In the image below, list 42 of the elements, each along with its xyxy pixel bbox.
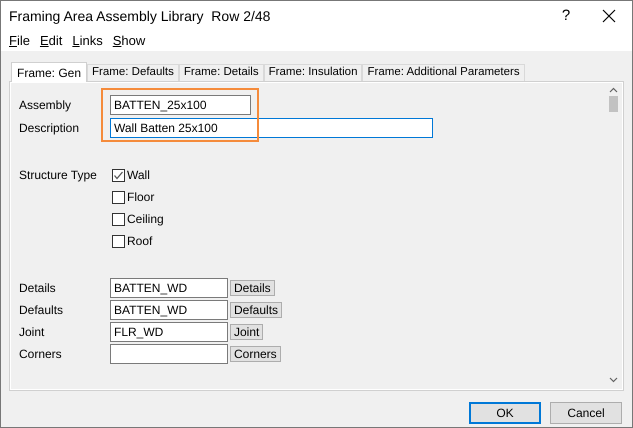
checkbox[interactable] — [112, 168, 125, 182]
dialog-button[interactable]: OK — [469, 402, 541, 424]
tab[interactable]: Frame: Gen — [11, 62, 88, 82]
field-label: Structure Type — [19, 167, 98, 184]
text-field[interactable]: FLR_WD — [110, 322, 228, 342]
menu-item[interactable]: Links — [68, 31, 107, 51]
help-button[interactable]: ? — [546, 1, 586, 31]
field-label: Defaults — [19, 302, 64, 319]
checkbox[interactable] — [112, 190, 125, 204]
text-field[interactable] — [110, 344, 228, 364]
checkbox-label: Wall — [127, 167, 150, 184]
checkbox-label: Floor — [127, 189, 154, 206]
text-field[interactable]: BATTEN_WD — [110, 300, 228, 320]
tab[interactable]: Frame: Details — [178, 64, 264, 81]
checkbox[interactable] — [112, 212, 125, 226]
menu-item[interactable]: Edit — [36, 31, 66, 51]
tab[interactable]: Frame: Defaults — [87, 64, 179, 81]
menu-item[interactable]: File — [5, 31, 34, 51]
tab[interactable]: Frame: Insulation — [264, 64, 362, 81]
dialog-button[interactable]: Cancel — [550, 402, 622, 424]
checkbox[interactable] — [112, 234, 125, 248]
close-icon — [602, 9, 616, 23]
field-label: Description — [19, 120, 80, 137]
text-field[interactable]: BATTEN_25x100 — [110, 95, 251, 115]
tab[interactable]: Frame: Additional Parameters — [362, 64, 525, 81]
scroll-up-icon[interactable] — [609, 87, 618, 93]
text-field[interactable]: Wall Batten 25x100 — [110, 118, 433, 138]
checkbox-label: Ceiling — [127, 211, 164, 228]
field-label: Details — [19, 280, 57, 297]
scroll-thumb[interactable] — [609, 96, 618, 112]
window-title: Framing Area Assembly Library Row 2/48 — [9, 6, 272, 26]
link-button[interactable]: Details — [230, 280, 275, 296]
checkbox-label: Roof — [127, 233, 152, 250]
scroll-down-icon[interactable] — [609, 377, 618, 383]
menu-item[interactable]: Show — [108, 31, 150, 51]
link-button[interactable]: Defaults — [230, 302, 282, 318]
link-button[interactable]: Corners — [230, 346, 281, 362]
link-button[interactable]: Joint — [230, 324, 264, 340]
field-label: Corners — [19, 346, 63, 363]
field-label: Joint — [19, 324, 46, 341]
field-label: Assembly — [19, 97, 72, 114]
text-field[interactable]: BATTEN_WD — [110, 278, 228, 298]
